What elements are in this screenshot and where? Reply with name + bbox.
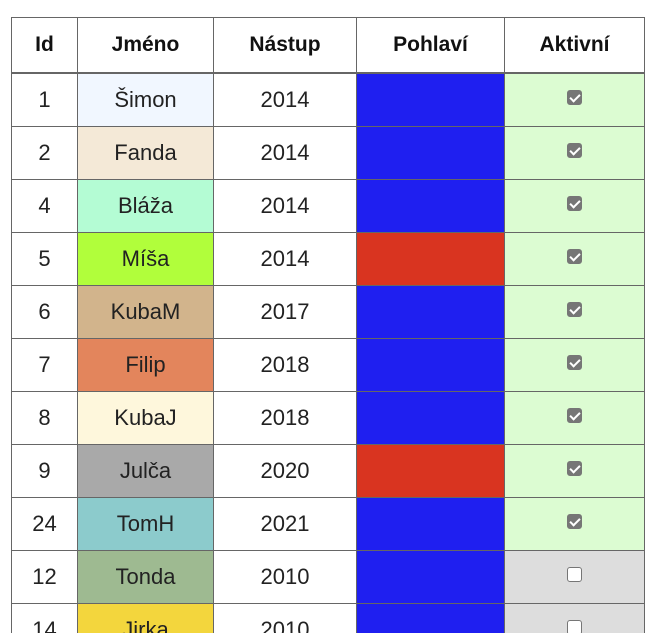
cell-active xyxy=(504,391,645,445)
active-checkbox[interactable] xyxy=(567,301,582,317)
table-row[interactable]: 12 Tonda 2010 xyxy=(11,550,645,604)
cell-gender-male xyxy=(356,391,505,445)
cell-name: Tonda xyxy=(77,550,214,604)
cell-id: 2 xyxy=(11,126,78,180)
cell-name: KubaM xyxy=(77,285,214,339)
cell-gender-male xyxy=(356,72,505,127)
cell-name: Julča xyxy=(77,444,214,498)
table-row[interactable]: 7 Filip 2018 xyxy=(11,338,645,392)
table-row[interactable]: 2 Fanda 2014 xyxy=(11,126,645,180)
cell-gender-male xyxy=(356,550,505,604)
cell-year: 2014 xyxy=(213,232,357,286)
table-row[interactable]: 6 KubaM 2017 xyxy=(11,285,645,339)
table-row[interactable]: 24 TomH 2021 xyxy=(11,497,645,551)
table-row[interactable]: 4 Bláža 2014 xyxy=(11,179,645,233)
header-gender[interactable]: Pohlaví xyxy=(356,17,505,74)
cell-id: 1 xyxy=(11,72,78,127)
header-active[interactable]: Aktivní xyxy=(504,17,645,74)
cell-year: 2020 xyxy=(213,444,357,498)
cell-year: 2018 xyxy=(213,391,357,445)
cell-active xyxy=(504,338,645,392)
cell-gender-male xyxy=(356,603,505,633)
table-row[interactable]: 8 KubaJ 2018 xyxy=(11,391,645,445)
cell-name: Fanda xyxy=(77,126,214,180)
cell-name: Míša xyxy=(77,232,214,286)
cell-active xyxy=(504,550,645,604)
table-row[interactable]: 14 Jirka 2010 xyxy=(11,603,645,633)
active-checkbox[interactable] xyxy=(567,142,582,158)
page: Id Jméno Nástup Pohlaví Aktivní 1 Šimon 20… xyxy=(0,0,664,633)
cell-name: Bláža xyxy=(77,179,214,233)
header-row: Id Jméno Nástup Pohlaví Aktivní xyxy=(11,17,645,74)
cell-name: Šimon xyxy=(77,72,214,127)
cell-active xyxy=(504,179,645,233)
cell-name: Filip xyxy=(77,338,214,392)
cell-year: 2017 xyxy=(213,285,357,339)
active-checkbox[interactable] xyxy=(567,89,582,105)
table-row[interactable]: 9 Julča 2020 xyxy=(11,444,645,498)
cell-id: 4 xyxy=(11,179,78,233)
active-checkbox[interactable] xyxy=(567,513,582,529)
cell-gender-male xyxy=(356,179,505,233)
users-table: Id Jméno Nástup Pohlaví Aktivní 1 Šimon 20… xyxy=(11,17,645,633)
cell-active xyxy=(504,603,645,633)
cell-id: 7 xyxy=(11,338,78,392)
active-checkbox[interactable] xyxy=(567,460,582,476)
cell-active xyxy=(504,497,645,551)
cell-active xyxy=(504,285,645,339)
cell-id: 8 xyxy=(11,391,78,445)
cell-year: 2010 xyxy=(213,550,357,604)
table-body: 1 Šimon 2014 2 Fanda 2014 4 Bláža 2014 5 Míša 2014 6… xyxy=(11,72,645,633)
cell-id: 9 xyxy=(11,444,78,498)
cell-id: 5 xyxy=(11,232,78,286)
cell-name: Jirka xyxy=(77,603,214,633)
active-checkbox[interactable] xyxy=(567,354,582,370)
cell-gender-male xyxy=(356,497,505,551)
cell-active xyxy=(504,72,645,127)
cell-year: 2021 xyxy=(213,497,357,551)
active-checkbox[interactable] xyxy=(567,619,582,633)
cell-gender-male xyxy=(356,338,505,392)
header-name[interactable]: Jméno xyxy=(77,17,214,74)
cell-active xyxy=(504,232,645,286)
active-checkbox[interactable] xyxy=(567,566,582,582)
active-checkbox[interactable] xyxy=(567,195,582,211)
cell-id: 24 xyxy=(11,497,78,551)
header-year[interactable]: Nástup xyxy=(213,17,357,74)
cell-year: 2014 xyxy=(213,179,357,233)
cell-name: TomH xyxy=(77,497,214,551)
cell-gender-male xyxy=(356,126,505,180)
cell-year: 2014 xyxy=(213,72,357,127)
cell-gender-male xyxy=(356,285,505,339)
cell-gender-female xyxy=(356,232,505,286)
cell-active xyxy=(504,126,645,180)
table-header: Id Jméno Nástup Pohlaví Aktivní xyxy=(11,17,645,74)
cell-active xyxy=(504,444,645,498)
cell-year: 2014 xyxy=(213,126,357,180)
cell-gender-female xyxy=(356,444,505,498)
cell-id: 6 xyxy=(11,285,78,339)
cell-year: 2018 xyxy=(213,338,357,392)
cell-year: 2010 xyxy=(213,603,357,633)
cell-id: 14 xyxy=(11,603,78,633)
table-row[interactable]: 1 Šimon 2014 xyxy=(11,72,645,127)
cell-id: 12 xyxy=(11,550,78,604)
table-row[interactable]: 5 Míša 2014 xyxy=(11,232,645,286)
cell-name: KubaJ xyxy=(77,391,214,445)
active-checkbox[interactable] xyxy=(567,248,582,264)
header-id[interactable]: Id xyxy=(11,17,78,74)
active-checkbox[interactable] xyxy=(567,407,582,423)
